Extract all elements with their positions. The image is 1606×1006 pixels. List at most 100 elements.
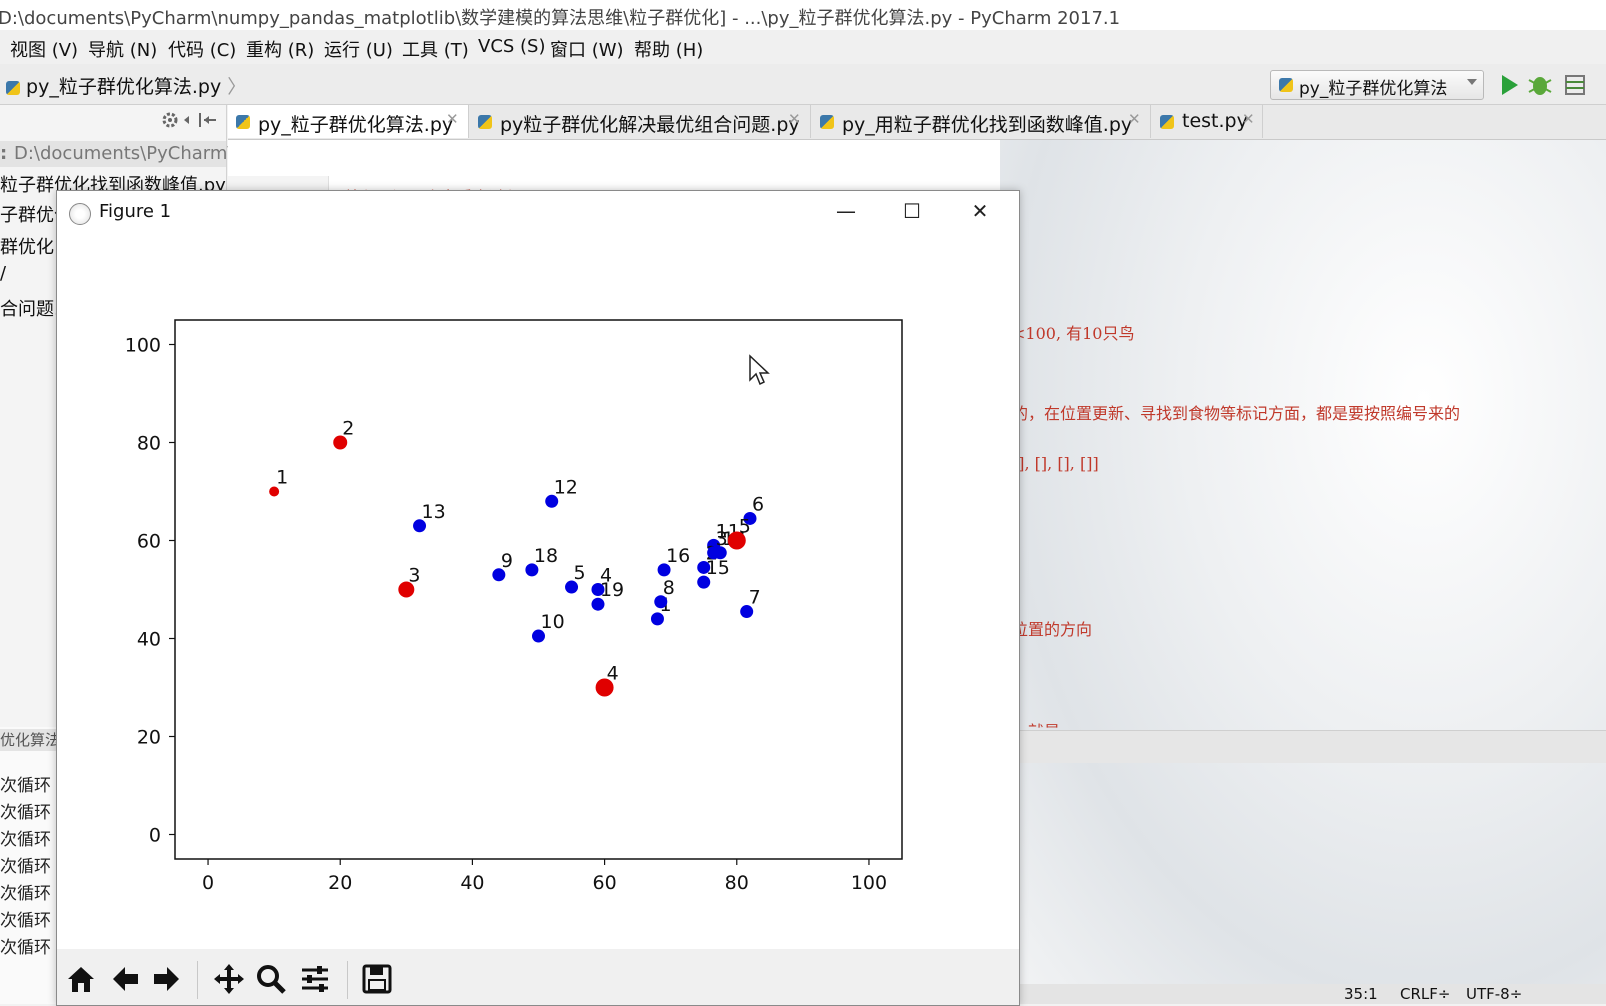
code-line: [], [], [], []] xyxy=(1012,454,1099,473)
back-icon[interactable] xyxy=(107,959,143,999)
breadcrumb[interactable]: py_粒子群优化算法.py 〉 xyxy=(6,72,246,99)
console-line: 次循环 xyxy=(0,884,51,904)
toolbar-divider xyxy=(197,961,198,999)
configure-icon[interactable] xyxy=(297,959,333,999)
toolbar-divider xyxy=(347,961,348,999)
run-panel-header xyxy=(1000,730,1606,763)
point-label: 10 xyxy=(541,611,565,633)
menu-code[interactable]: 代码 (C) xyxy=(168,36,236,62)
project-root[interactable]: D:\documents\PyCharm\ xyxy=(14,143,233,164)
point-label: 12 xyxy=(554,476,578,498)
python-file-icon xyxy=(478,115,492,129)
menu-tools[interactable]: 工具 (T) xyxy=(402,36,469,62)
point-label: 6 xyxy=(752,493,764,515)
y-tick-label: 60 xyxy=(137,531,161,553)
editor-tabs: py_粒子群优化算法.py ✕ py粒子群优化解决最优组合问题.py ✕ py_… xyxy=(228,105,1606,140)
tab-label: py_用粒子群优化找到函数峰值.py xyxy=(842,114,1133,136)
window-titlebar: D:\documents\PyCharm\numpy_pandas_matplo… xyxy=(0,0,1606,30)
figure-window: Figure 1 — ☐ ✕ 0 20 40 60 80 100 0 20 40 60 80 100 1… xyxy=(56,190,1020,1006)
run-toolbar xyxy=(1502,75,1585,95)
menu-help[interactable]: 帮助 (H) xyxy=(634,36,703,62)
close-tab-icon[interactable]: ✕ xyxy=(1242,110,1255,128)
close-button[interactable]: ✕ xyxy=(965,199,995,227)
menu-window[interactable]: 窗口 (W) xyxy=(550,36,624,62)
point-label: 1 xyxy=(276,467,288,489)
point-label: 19 xyxy=(600,579,624,601)
point-label: 16 xyxy=(666,545,690,567)
python-file-icon xyxy=(6,80,20,95)
mouse-cursor-icon xyxy=(749,354,770,386)
point-label: 2 xyxy=(342,418,354,440)
x-tick-label: 60 xyxy=(592,872,616,894)
point-label: 4 xyxy=(607,663,619,685)
coverage-icon[interactable] xyxy=(1565,75,1585,95)
plot-area[interactable]: 0204060801000204060801001456789101112131… xyxy=(57,235,1019,949)
run-config-select[interactable]: py_粒子群优化算法 xyxy=(1270,70,1484,100)
window-title: D:\documents\PyCharm\numpy_pandas_matplo… xyxy=(0,8,1121,29)
close-tab-icon[interactable]: ✕ xyxy=(446,110,459,128)
maximize-button[interactable]: ☐ xyxy=(897,199,927,227)
project-file[interactable]: 群优化 xyxy=(0,233,54,259)
zoom-icon[interactable] xyxy=(253,959,289,999)
pan-icon[interactable] xyxy=(211,959,247,999)
tab-file[interactable]: test.py ✕ xyxy=(1152,105,1263,138)
forward-icon[interactable] xyxy=(149,959,185,999)
x-tick-label: 40 xyxy=(460,872,484,894)
tab-active-file[interactable]: py_粒子群优化算法.py ✕ xyxy=(228,105,469,138)
debug-icon[interactable] xyxy=(1528,77,1552,95)
breadcrumb-file[interactable]: py_粒子群优化算法.py xyxy=(26,76,221,98)
menu-view[interactable]: 视图 (V) xyxy=(10,36,78,62)
line-separator[interactable]: CRLF÷ xyxy=(1400,985,1450,1003)
menu-navigate[interactable]: 导航 (N) xyxy=(88,36,157,62)
x-tick-label: 80 xyxy=(725,872,749,894)
console-line: 次循环 xyxy=(0,776,51,796)
x-tick-label: 20 xyxy=(328,872,352,894)
console-line: 次循环 xyxy=(0,830,51,850)
status-bar: 35:1 CRLF÷ UTF-8÷ xyxy=(1000,984,1606,1004)
x-tick-label: 100 xyxy=(851,872,887,894)
console-line: 次循环 xyxy=(0,857,51,877)
project-file[interactable]: / xyxy=(0,263,6,284)
panel-toolbar xyxy=(162,112,216,128)
run-icon[interactable] xyxy=(1502,75,1518,95)
axes-frame xyxy=(174,319,903,860)
point-label: 9 xyxy=(501,550,513,572)
y-tick-label: 100 xyxy=(125,335,161,357)
figure-toolbar xyxy=(57,949,1019,1005)
menu-refactor[interactable]: 重构 (R) xyxy=(246,36,314,62)
python-file-icon xyxy=(236,115,250,129)
python-file-icon xyxy=(1160,115,1174,129)
tab-file[interactable]: py粒子群优化解决最优组合问题.py ✕ xyxy=(470,105,811,138)
home-icon[interactable] xyxy=(63,959,99,999)
chevron-right-icon: 〉 xyxy=(227,76,247,98)
menu-vcs[interactable]: VCS (S) xyxy=(478,36,546,57)
chevron-down-icon xyxy=(1467,79,1477,85)
tab-label: test.py xyxy=(1182,110,1248,132)
menu-bar: 视图 (V) 导航 (N) 代码 (C) 重构 (R) 运行 (U) 工具 (T… xyxy=(0,30,1606,64)
file-encoding[interactable]: UTF-8÷ xyxy=(1466,985,1522,1003)
matplotlib-icon xyxy=(69,203,91,225)
save-icon[interactable] xyxy=(359,959,395,999)
collapse-icon[interactable] xyxy=(199,113,216,127)
y-tick-label: 40 xyxy=(137,629,161,651)
gear-icon[interactable] xyxy=(162,112,178,128)
point-label: 5 xyxy=(739,516,751,538)
close-tab-icon[interactable]: ✕ xyxy=(1128,110,1141,128)
folder-icon: : xyxy=(0,143,8,164)
y-tick-label: 0 xyxy=(149,825,161,847)
figure-titlebar: Figure 1 — ☐ ✕ xyxy=(57,191,1019,235)
code-line: <100, 有10只鸟 xyxy=(1012,324,1135,343)
close-tab-icon[interactable]: ✕ xyxy=(788,110,801,128)
point-label: 5 xyxy=(574,562,586,584)
tab-file[interactable]: py_用粒子群优化找到函数峰值.py ✕ xyxy=(812,105,1151,138)
x-tick-label: 0 xyxy=(202,872,214,894)
point-label: 18 xyxy=(534,545,558,567)
minimize-button[interactable]: — xyxy=(831,199,861,227)
caret-position[interactable]: 35:1 xyxy=(1344,985,1378,1003)
project-file[interactable]: 合问题. xyxy=(0,295,60,321)
point-label: 3 xyxy=(408,565,420,587)
y-tick-label: 80 xyxy=(137,433,161,455)
run-config-label: py_粒子群优化算法 xyxy=(1299,79,1448,99)
menu-run[interactable]: 运行 (U) xyxy=(324,36,393,62)
scatter-plot: 0204060801000204060801001456789101112131… xyxy=(125,319,903,894)
